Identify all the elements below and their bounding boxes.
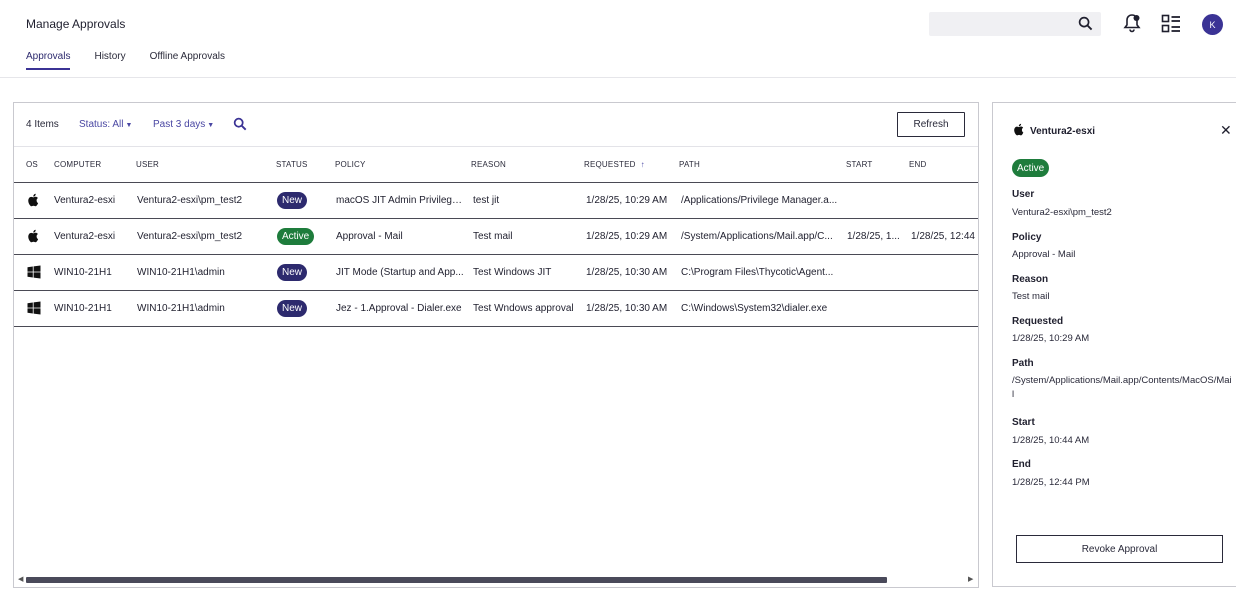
status-filter-label: Status: All — [79, 119, 124, 130]
cell-user: Ventura2-esxi\pm_test2 — [137, 195, 243, 206]
table-row[interactable]: WIN10-21H1 WIN10-21H1\admin New Jez - 1.… — [14, 291, 978, 327]
cell-computer: WIN10-21H1 — [54, 267, 112, 278]
cell-computer: Ventura2-esxi — [54, 195, 116, 206]
column-header-computer[interactable]: COMPUTER — [54, 160, 101, 169]
detail-policy-label: Policy — [1012, 232, 1042, 243]
detail-policy-value: Approval - Mail — [1012, 249, 1076, 260]
close-icon[interactable]: ✕ — [1220, 123, 1232, 137]
user-avatar[interactable]: K — [1202, 14, 1223, 35]
cell-path: /System/Applications/Mail.app/C... — [681, 231, 833, 242]
detail-reason-label: Reason — [1012, 274, 1049, 285]
cell-reason: Test mail — [473, 231, 513, 242]
cell-policy: Jez - 1.Approval - Dialer.exe — [336, 303, 462, 314]
top-bar: Manage Approvals Approvals History Offli… — [0, 0, 1236, 78]
detail-header: Ventura2-esxi — [1013, 123, 1095, 139]
cell-requested: 1/28/25, 10:30 AM — [586, 303, 668, 314]
column-header-status[interactable]: STATUS — [276, 160, 308, 169]
cell-path: C:\Windows\System32\dialer.exe — [681, 303, 828, 314]
cell-reason: Test Wndows approval — [473, 303, 574, 314]
layout-grid-icon[interactable] — [1161, 14, 1181, 34]
date-filter-dropdown[interactable]: Past 3 days ▼ — [153, 119, 214, 130]
status-badge: New — [277, 300, 308, 317]
tab-approvals[interactable]: Approvals — [26, 51, 71, 70]
status-filter-dropdown[interactable]: Status: All ▼ — [79, 119, 132, 130]
detail-requested-value: 1/28/25, 10:29 AM — [1012, 333, 1090, 344]
column-header-reason[interactable]: REASON — [471, 160, 506, 169]
apple-icon — [1013, 123, 1026, 139]
table-toolbar: 4 Items Status: All ▼ Past 3 days ▼ Refres… — [14, 103, 978, 147]
table-row[interactable]: Ventura2-esxi Ventura2-esxi\pm_test2 Act… — [14, 219, 978, 255]
refresh-button[interactable]: Refresh — [897, 112, 965, 137]
windows-icon — [27, 301, 41, 315]
horizontal-scrollbar[interactable]: ◀ ▶ — [14, 573, 978, 587]
detail-end-value: 1/28/25, 12:44 PM — [1012, 477, 1090, 488]
table-header: OS COMPUTER USER STATUS POLICY REASON RE… — [14, 147, 978, 183]
detail-title: Ventura2-esxi — [1030, 125, 1096, 137]
global-search — [929, 12, 1101, 36]
item-count: 4 Items — [26, 119, 59, 130]
status-badge: Active — [1012, 159, 1050, 177]
scrollbar-thumb[interactable] — [26, 577, 887, 583]
cell-reason: test jit — [473, 195, 500, 206]
column-header-user[interactable]: USER — [136, 160, 159, 169]
column-header-path[interactable]: PATH — [679, 160, 700, 169]
search-icon[interactable] — [233, 117, 247, 134]
column-header-policy[interactable]: POLICY — [335, 160, 366, 169]
cell-computer: Ventura2-esxi — [54, 231, 116, 242]
scroll-left-icon[interactable]: ◀ — [18, 575, 23, 583]
table-row[interactable]: WIN10-21H1 WIN10-21H1\admin New JIT Mode… — [14, 255, 978, 291]
cell-end: 1/28/25, 12:44 P — [911, 231, 977, 242]
cell-user: WIN10-21H1\admin — [137, 303, 225, 314]
tab-bar: Approvals History Offline Approvals — [26, 51, 225, 70]
cell-requested: 1/28/25, 10:29 AM — [586, 195, 668, 206]
cell-reason: Test Windows JIT — [473, 267, 552, 278]
detail-path-label: Path — [1012, 358, 1034, 369]
cell-computer: WIN10-21H1 — [54, 303, 112, 314]
approval-detail-panel: Ventura2-esxi ✕ Active User Ventura2-esx… — [992, 102, 1236, 587]
detail-end-label: End — [1012, 459, 1031, 470]
detail-path-value: /System/Applications/Mail.app/Contents/M… — [1012, 375, 1232, 400]
detail-user-value: Ventura2-esxi\pm_test2 — [1012, 207, 1112, 218]
cell-path: /Applications/Privilege Manager.a... — [681, 195, 838, 206]
cell-policy: macOS JIT Admin Privilege ... — [336, 195, 466, 206]
column-header-requested[interactable]: REQUESTED ↑ — [584, 160, 645, 169]
sort-ascending-icon: ↑ — [640, 160, 645, 169]
detail-start-value: 1/28/25, 10:44 AM — [1012, 435, 1090, 446]
search-icon[interactable] — [1078, 16, 1093, 34]
cell-requested: 1/28/25, 10:30 AM — [586, 267, 668, 278]
cell-policy: Approval - Mail — [336, 231, 403, 242]
table-row[interactable]: Ventura2-esxi Ventura2-esxi\pm_test2 New… — [14, 183, 978, 219]
cell-user: Ventura2-esxi\pm_test2 — [137, 231, 243, 242]
detail-user-label: User — [1012, 189, 1035, 200]
tab-offline-approvals[interactable]: Offline Approvals — [150, 51, 225, 70]
cell-path: C:\Program Files\Thycotic\Agent... — [681, 267, 834, 278]
apple-icon — [27, 229, 41, 243]
chevron-down-icon: ▼ — [125, 122, 133, 129]
global-search-input[interactable] — [929, 12, 1069, 36]
detail-reason-value: Test mail — [1012, 291, 1050, 302]
notification-bell-icon[interactable] — [1121, 12, 1143, 34]
windows-icon — [27, 265, 41, 279]
status-badge: Active — [277, 228, 315, 245]
status-badge: New — [277, 192, 308, 209]
page-title: Manage Approvals — [26, 17, 126, 31]
status-badge: New — [277, 264, 308, 281]
cell-start: 1/28/25, 1... — [847, 231, 900, 242]
column-header-requested-label: REQUESTED — [584, 160, 636, 169]
detail-start-label: Start — [1012, 417, 1035, 428]
column-header-os[interactable]: OS — [26, 160, 38, 169]
detail-requested-label: Requested — [1012, 316, 1064, 327]
chevron-down-icon: ▼ — [207, 122, 215, 129]
approvals-table-panel: 4 Items Status: All ▼ Past 3 days ▼ Refres… — [13, 102, 979, 588]
tab-history[interactable]: History — [94, 51, 125, 70]
revoke-approval-button[interactable]: Revoke Approval — [1016, 535, 1223, 563]
date-filter-label: Past 3 days — [153, 119, 206, 130]
apple-icon — [27, 193, 41, 207]
scroll-right-icon[interactable]: ▶ — [968, 575, 973, 583]
column-header-end[interactable]: END — [909, 160, 927, 169]
cell-policy: JIT Mode (Startup and App... — [336, 267, 464, 278]
cell-requested: 1/28/25, 10:29 AM — [586, 231, 668, 242]
cell-user: WIN10-21H1\admin — [137, 267, 225, 278]
column-header-start[interactable]: START — [846, 160, 872, 169]
